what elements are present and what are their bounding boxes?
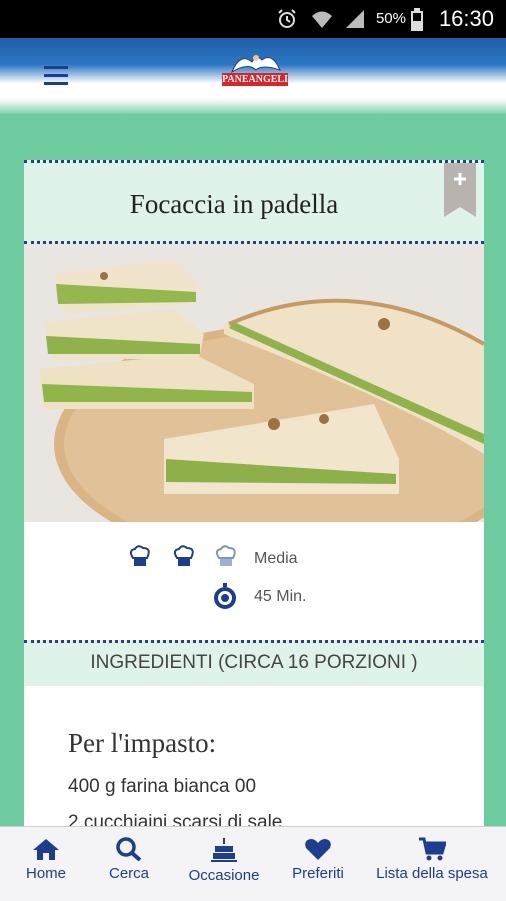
cake-icon [211,838,237,862]
logo-text: PANEANGELI [222,73,288,86]
bottom-nav: Home Cerca Occasione Preferiti Lista del… [0,826,506,901]
app-bar: PANEANGELI [0,38,506,114]
recipe-photo [24,244,484,522]
add-favorite-bookmark-icon[interactable] [444,163,476,217]
time-label: 45 Min. [254,588,307,605]
wifi-icon [312,11,332,28]
search-icon [116,837,142,861]
nav-shopping-list-label: Lista della spesa [376,865,488,882]
nav-occasion-label: Occasione [188,867,260,884]
nav-search[interactable]: Cerca [100,827,158,901]
recipe-title: Focaccia in padella [129,189,339,219]
chef-hat-icon [173,545,194,566]
status-bar: 50% 16:30 [0,0,506,38]
logo: PANEANGELI [222,50,288,88]
nav-occasion[interactable]: Occasione [182,827,266,901]
nav-search-label: Cerca [108,865,149,882]
ingredients-header: INGREDIENTI (CIRCA 16 PORZIONI ) [24,640,484,686]
alarm-icon [278,9,296,28]
nav-home-label: Home [25,865,66,882]
battery-icon [411,8,423,31]
heart-icon [305,839,331,860]
cart-icon [419,837,446,861]
chef-hat-outline-icon [215,545,236,566]
nav-shopping-list[interactable]: Lista della spesa [372,827,492,901]
difficulty-label: Media [254,550,298,567]
recipe-meta: Media 45 Min. [24,522,484,640]
timer-icon [214,583,236,609]
section-title: Per l'impasto: [68,728,217,758]
recipe-card: Focaccia in padella Media 45 Min. INGRED… [24,160,484,840]
signal-icon [346,10,364,28]
chef-hat-icon [129,545,150,566]
nav-favorites-label: Preferiti [292,865,344,882]
hamburger-menu-icon[interactable] [44,66,68,86]
nav-favorites[interactable]: Preferiti [288,827,348,901]
title-box: Focaccia in padella [24,160,484,244]
nav-home[interactable]: Home [18,827,74,901]
battery-percent: 50% [375,10,406,27]
clock: 16:30 [438,6,494,31]
home-icon [33,839,59,860]
ingredient-item: 400 g farina bianca 00 [68,776,257,797]
